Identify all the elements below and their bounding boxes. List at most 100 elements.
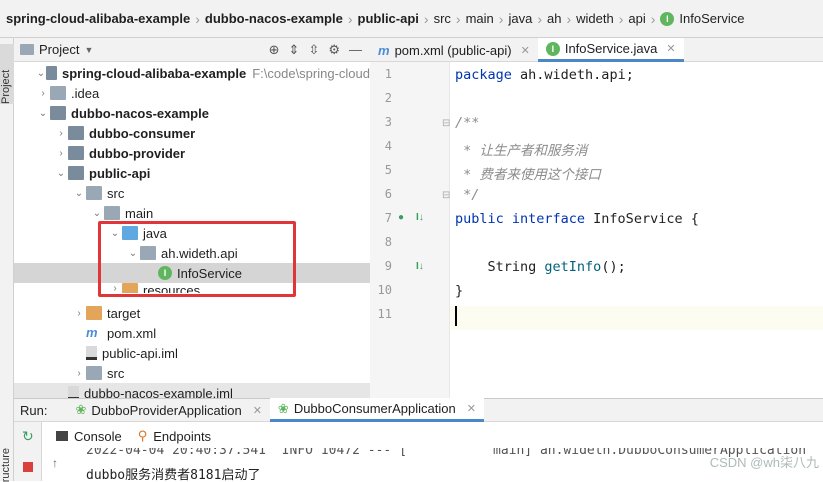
keyword: public interface — [455, 211, 586, 227]
tree-node-label: target — [107, 305, 141, 321]
console-output[interactable]: ↑ 2022-04-04 20:40:37.541 INFO 10472 ---… — [42, 448, 823, 481]
scroll-up-icon[interactable]: ↑ — [52, 456, 58, 470]
run-tab-provider[interactable]: ❀ DubboProviderApplication ✕ — [67, 398, 269, 422]
chevron-right-icon: › — [195, 10, 200, 27]
interface-icon: I — [660, 11, 675, 26]
chevron-right-icon[interactable]: › — [72, 308, 86, 319]
breadcrumb-item[interactable]: spring-cloud-alibaba-example — [6, 11, 190, 26]
chevron-down-icon[interactable]: ⌄ — [90, 208, 104, 219]
module-folder-icon — [68, 166, 84, 180]
folder-icon — [86, 186, 102, 200]
tree-node-label: .idea — [71, 85, 100, 101]
line-number: 10 — [377, 283, 392, 297]
tree-node[interactable]: m pom.xml — [14, 323, 370, 343]
breadcrumb-item[interactable]: ah — [547, 11, 561, 26]
chevron-right-icon: › — [537, 10, 542, 27]
chevron-right-icon[interactable]: › — [54, 148, 68, 159]
line-number: 5 — [384, 163, 392, 177]
chevron-right-icon: › — [618, 10, 624, 27]
line-number: 6 — [384, 187, 392, 201]
code-editor[interactable]: package ah.wideth.api; /** * 让生产者和服务消 * … — [450, 62, 823, 398]
line-number: 1 — [384, 67, 392, 81]
editor-gutter: 1 2 3 4 5 6 7 8 9 10 11 ⊟ ⊟ ● I↓ I↓ — [370, 62, 450, 398]
close-icon[interactable]: ✕ — [521, 44, 530, 57]
run-tool-window-header: Run: ❀ DubboProviderApplication ✕ ❀ Dubb… — [14, 398, 823, 422]
tree-node[interactable]: › dubbo-provider — [14, 143, 370, 163]
tree-node-label: src — [107, 185, 125, 201]
collapse-all-icon[interactable]: ⇳ — [308, 42, 319, 58]
code-line-1: package ah.wideth.api; — [455, 67, 634, 83]
code-line-9: String getInfo(); — [455, 259, 626, 275]
module-file-icon — [68, 386, 79, 398]
tab-pom-xml[interactable]: m pom.xml (public-api) ✕ — [370, 38, 538, 62]
close-icon[interactable]: ✕ — [467, 402, 476, 415]
endpoints-icon: ⚲ — [137, 428, 148, 443]
close-icon[interactable]: ✕ — [666, 42, 675, 55]
tree-node[interactable]: ⌄ spring-cloud-alibaba-example F:\code\s… — [14, 63, 370, 83]
tool-window-strip: Project — [0, 38, 14, 398]
tree-node[interactable]: ⌄ main — [14, 203, 370, 223]
chevron-down-icon[interactable]: ⌄ — [54, 168, 68, 179]
tree-node[interactable]: › dubbo-consumer — [14, 123, 370, 143]
tree-node[interactable]: › .idea — [14, 83, 370, 103]
tree-node[interactable]: › target — [14, 303, 370, 323]
interface-icon: I — [545, 41, 560, 56]
tab-infoservice-java[interactable]: I InfoService.java ✕ — [537, 38, 684, 62]
breadcrumb-item[interactable]: src — [434, 11, 451, 26]
structure-tool-window-button[interactable]: ructure — [0, 448, 14, 482]
chevron-right-icon: › — [455, 10, 461, 27]
code-text: InfoService { — [585, 211, 699, 227]
module-folder-icon — [68, 146, 84, 160]
maven-icon: m — [378, 42, 390, 58]
text-cursor — [455, 306, 457, 326]
project-panel-header: Project ▼ ⊕ ⇕ ⇳ ⚙ — — [14, 38, 370, 62]
implemented-down-icon[interactable]: I↓ — [416, 212, 424, 223]
line-number: 7 — [384, 211, 392, 225]
tree-node[interactable]: ⌄ public-api — [14, 163, 370, 183]
stop-icon[interactable] — [23, 462, 33, 472]
breadcrumb-item[interactable]: wideth — [576, 11, 614, 26]
chevron-down-icon[interactable]: ⌄ — [72, 188, 86, 199]
chevron-right-icon[interactable]: › — [36, 88, 50, 99]
breadcrumb-item[interactable]: api — [628, 11, 645, 26]
project-view-selector[interactable]: Project ▼ — [20, 42, 93, 57]
chevron-right-icon[interactable]: › — [72, 368, 86, 379]
tree-node[interactable]: public-api.iml — [14, 343, 370, 363]
tree-node[interactable]: › src — [14, 363, 370, 383]
tree-node[interactable]: dubbo-nacos-example.iml — [14, 383, 370, 398]
run-gutter-icon[interactable]: ● — [398, 212, 404, 223]
locate-icon[interactable]: ⊕ — [269, 42, 280, 58]
breadcrumb-item[interactable]: dubbo-nacos-example — [205, 11, 343, 26]
tree-node[interactable]: ⌄ src — [14, 183, 370, 203]
breadcrumb-item[interactable]: main — [466, 11, 494, 26]
chevron-down-icon: ▼ — [84, 44, 94, 55]
code-line-10: } — [455, 283, 464, 299]
chevron-down-icon[interactable]: ⌄ — [36, 108, 50, 119]
tab-label: pom.xml (public-api) — [394, 42, 512, 58]
breadcrumb-item[interactable]: public-api — [358, 11, 419, 26]
module-folder-icon — [68, 126, 84, 140]
run-subtabs: Console ⚲ Endpoints — [42, 424, 211, 448]
tree-node[interactable]: ⌄ dubbo-nacos-example — [14, 103, 370, 123]
line-number: 8 — [384, 235, 392, 249]
run-tab-consumer[interactable]: ❀ DubboConsumerApplication ✕ — [269, 398, 484, 422]
expand-all-icon[interactable]: ⇕ — [289, 42, 300, 58]
rerun-icon[interactable]: ↻ — [22, 428, 34, 445]
gear-icon[interactable]: ⚙ — [328, 42, 340, 58]
minimize-icon[interactable]: — — [349, 42, 362, 58]
implemented-down-icon[interactable]: I↓ — [416, 261, 424, 272]
chevron-down-icon[interactable]: ⌄ — [36, 68, 46, 79]
project-tool-window-button[interactable]: Project — [0, 44, 14, 104]
code-text: String — [455, 259, 545, 275]
subtab-label: Endpoints — [153, 428, 212, 444]
tree-node-path: F:\code\spring-cloud — [252, 65, 370, 81]
close-icon[interactable]: ✕ — [253, 404, 262, 417]
tab-endpoints[interactable]: ⚲ Endpoints — [138, 428, 211, 444]
folder-icon — [104, 206, 120, 220]
breadcrumb-item[interactable]: java — [508, 11, 532, 26]
tree-node-label: dubbo-nacos-example — [71, 105, 209, 121]
breadcrumb-item[interactable]: InfoService — [679, 11, 744, 26]
tab-console[interactable]: Console — [56, 429, 122, 444]
project-tree: ⌄ spring-cloud-alibaba-example F:\code\s… — [14, 62, 370, 398]
chevron-right-icon[interactable]: › — [54, 128, 68, 139]
